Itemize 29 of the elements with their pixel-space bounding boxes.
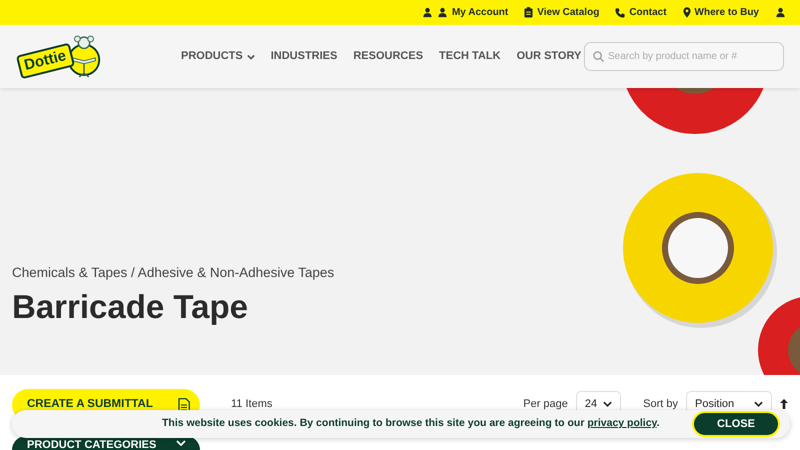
logo-text[interactable]: Dottie — [16, 42, 75, 79]
sort-direction-icon[interactable] — [780, 399, 788, 409]
nav-link[interactable]: INDUSTRIES — [270, 48, 338, 65]
catalog-link[interactable]: View Catalog — [537, 5, 600, 20]
contact-link[interactable]: Contact — [629, 5, 667, 20]
person-icon — [422, 7, 433, 18]
page-title: Barricade Tape — [12, 287, 249, 327]
nav-link[interactable]: PRODUCTS — [181, 48, 255, 65]
person-icon — [436, 7, 448, 18]
breadcrumb: Chemicals & Tapes / Adhesive & Non-Adhesive Tapes — [12, 264, 336, 282]
account-link[interactable]: My Account — [452, 5, 508, 20]
field-label: Per page — [523, 396, 568, 412]
map-pin-icon — [682, 7, 691, 18]
item-count: 11 Items — [231, 397, 272, 412]
nav-link[interactable]: OUR STORY — [516, 48, 582, 65]
chevron-down-icon — [603, 401, 612, 407]
close-button[interactable]: CLOSE — [692, 411, 780, 437]
nav-link[interactable]: RESOURCES — [353, 48, 424, 65]
field-label: Sort by — [643, 396, 678, 412]
chevron-down-icon — [176, 440, 186, 446]
user-icon[interactable] — [775, 6, 786, 18]
where-to-buy-link[interactable]: Where to Buy — [694, 5, 759, 20]
phone-icon — [615, 8, 626, 18]
privacy-policy-link[interactable]: privacy policy — [587, 417, 657, 430]
chevron-down-icon — [246, 54, 255, 60]
search-field[interactable]: Search by product name or # — [584, 42, 784, 71]
chevron-down-icon — [754, 401, 763, 407]
clipboard-icon — [524, 7, 534, 18]
nav-link[interactable]: TECH TALK — [439, 48, 501, 65]
